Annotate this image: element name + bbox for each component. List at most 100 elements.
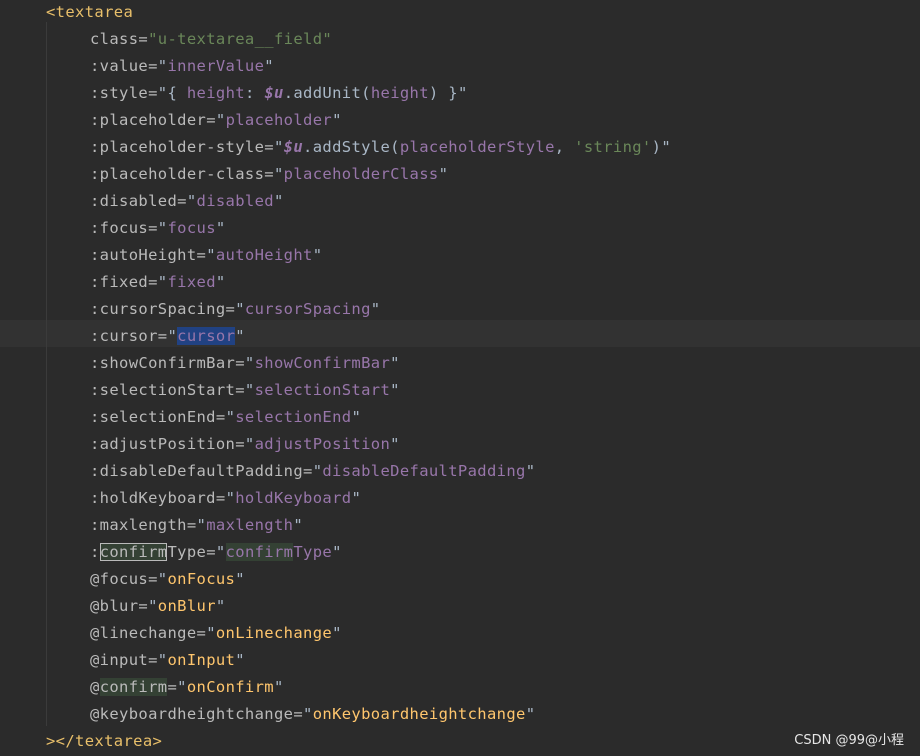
eq-sign: = <box>235 354 245 372</box>
code-line-on-input[interactable]: @input="onInput" <box>0 648 920 675</box>
attr-name: :placeholder <box>90 111 207 129</box>
code-line-style[interactable]: :style="{ height: $u.addUnit(height) }" <box>0 81 920 108</box>
expr-close: ) } <box>428 84 458 102</box>
eq-sign: = <box>177 192 187 210</box>
occurrence-highlight-boxed[interactable]: confirm <box>99 543 168 561</box>
attr-name: :placeholder-class <box>90 165 265 183</box>
code-line-placeholder-style[interactable]: :placeholder-style="$u.addStyle(placehol… <box>0 135 920 162</box>
code-line-holdkeyboard[interactable]: :holdKeyboard="holdKeyboard" <box>0 486 920 513</box>
quote: " <box>390 381 400 399</box>
code-line-showconfirmbar[interactable]: :showConfirmBar="showConfirmBar" <box>0 351 920 378</box>
quote: " <box>215 219 226 237</box>
handler-name: onLinechange <box>215 624 333 642</box>
eq-sign: = <box>215 408 226 426</box>
tag-open: <textarea <box>46 3 134 21</box>
code-line-cursorspacing[interactable]: :cursorSpacing="cursorSpacing" <box>0 297 920 324</box>
quote: " <box>206 246 216 264</box>
code-line-on-confirm[interactable]: @confirm="onConfirm" <box>0 675 920 702</box>
expr-dollar-u: $u <box>283 138 304 156</box>
tag-close: ></textarea> <box>46 732 163 750</box>
eq-sign: = <box>148 651 158 669</box>
attr-value: selectionStart <box>254 381 391 399</box>
eq-sign: = <box>167 678 178 696</box>
code-line-adjustposition[interactable]: :adjustPosition="adjustPosition" <box>0 432 920 459</box>
eq-sign: = <box>225 300 236 318</box>
quote: " <box>244 381 255 399</box>
attr-name: :style <box>90 84 149 102</box>
eq-sign: = <box>293 705 304 723</box>
code-line-autoheight[interactable]: :autoHeight="autoHeight" <box>0 243 920 270</box>
attr-value: placeholderClass <box>283 165 439 183</box>
quote: " <box>235 651 245 669</box>
code-line-confirmtype[interactable]: :confirmType="confirmType" <box>0 540 920 567</box>
code-line-placeholder-class[interactable]: :placeholder-class="placeholderClass" <box>0 162 920 189</box>
attr-value: placeholder <box>225 111 333 129</box>
code-line-value[interactable]: :value="innerValue" <box>0 54 920 81</box>
quote: " <box>273 165 284 183</box>
eq-sign: = <box>206 111 216 129</box>
code-line-disabledefaultpadding[interactable]: :disableDefaultPadding="disableDefaultPa… <box>0 459 920 486</box>
expr-dollar-u: $u <box>264 84 284 102</box>
quote: " <box>244 354 255 372</box>
code-line-tag-close[interactable]: ></textarea> <box>0 729 920 756</box>
code-line-selectionend[interactable]: :selectionEnd="selectionEnd" <box>0 405 920 432</box>
code-line-tag-open[interactable]: <textarea <box>0 0 920 27</box>
quote: " <box>351 408 362 426</box>
code-line-on-focus[interactable]: @focus="onFocus" <box>0 567 920 594</box>
attr-name: :autoHeight <box>90 246 197 264</box>
quote: " <box>196 516 207 534</box>
quote: " <box>293 516 304 534</box>
attr-name: :holdKeyboard <box>90 489 216 507</box>
quote: " <box>273 192 284 210</box>
code-line-cursor[interactable]: :cursor="cursor" <box>0 324 920 351</box>
eq-sign: = <box>196 246 207 264</box>
code-line-on-blur[interactable]: @blur="onBlur" <box>0 594 920 621</box>
selected-text[interactable]: cursor <box>177 327 236 345</box>
eq-sign: = <box>206 543 216 561</box>
eq-sign: = <box>303 462 313 480</box>
expr-method: .addStyle( <box>303 138 400 156</box>
quote: " <box>167 327 178 345</box>
expr-string: 'string' <box>574 138 652 156</box>
quote: " <box>148 597 158 615</box>
quote: " <box>351 489 362 507</box>
expr-key: height <box>186 84 245 102</box>
quote: " <box>525 705 536 723</box>
attr-value: cursorSpacing <box>244 300 371 318</box>
quote: " <box>390 435 400 453</box>
code-line-placeholder[interactable]: :placeholder="placeholder" <box>0 108 920 135</box>
csdn-watermark: CSDN @99@小程 <box>794 733 904 748</box>
quote: " <box>303 705 313 723</box>
quote: " <box>457 84 468 102</box>
code-line-fixed[interactable]: :fixed="fixed" <box>0 270 920 297</box>
handler-name: onFocus <box>167 570 236 588</box>
attr-value: disableDefaultPadding <box>322 462 526 480</box>
code-line-class[interactable]: class="u-textarea__field" <box>0 27 920 54</box>
eq-sign: = <box>186 516 197 534</box>
attr-value-suffix: Type <box>293 543 333 561</box>
attr-name: @focus <box>90 570 149 588</box>
code-lines[interactable]: <textarea class="u-textarea__field" :val… <box>0 0 920 756</box>
eq-sign: = <box>148 84 158 102</box>
eq-sign: = <box>235 435 245 453</box>
code-line-on-linechange[interactable]: @linechange="onLinechange" <box>0 621 920 648</box>
quote: " <box>215 597 226 615</box>
occurrence-highlight: confirm <box>225 543 294 561</box>
code-line-maxlength[interactable]: :maxlength="maxlength" <box>0 513 920 540</box>
quote: " <box>390 354 400 372</box>
attr-name: class <box>90 30 139 48</box>
code-line-disabled[interactable]: :disabled="disabled" <box>0 189 920 216</box>
quote: " <box>244 435 255 453</box>
expr-arg: placeholderStyle <box>399 138 555 156</box>
quote: " <box>235 300 245 318</box>
code-line-focus[interactable]: :focus="focus" <box>0 216 920 243</box>
code-line-selectionstart[interactable]: :selectionStart="selectionStart" <box>0 378 920 405</box>
quote: " <box>661 138 671 156</box>
attr-name: :placeholder-style <box>90 138 265 156</box>
handler-name: onBlur <box>157 597 216 615</box>
code-line-on-keyboardheightchange[interactable]: @keyboardheightchange="onKeyboardheightc… <box>0 702 920 729</box>
code-editor[interactable]: <textarea class="u-textarea__field" :val… <box>0 0 920 756</box>
attr-name: :selectionStart <box>90 381 236 399</box>
attr-name: @linechange <box>90 624 197 642</box>
quote: " <box>438 165 449 183</box>
